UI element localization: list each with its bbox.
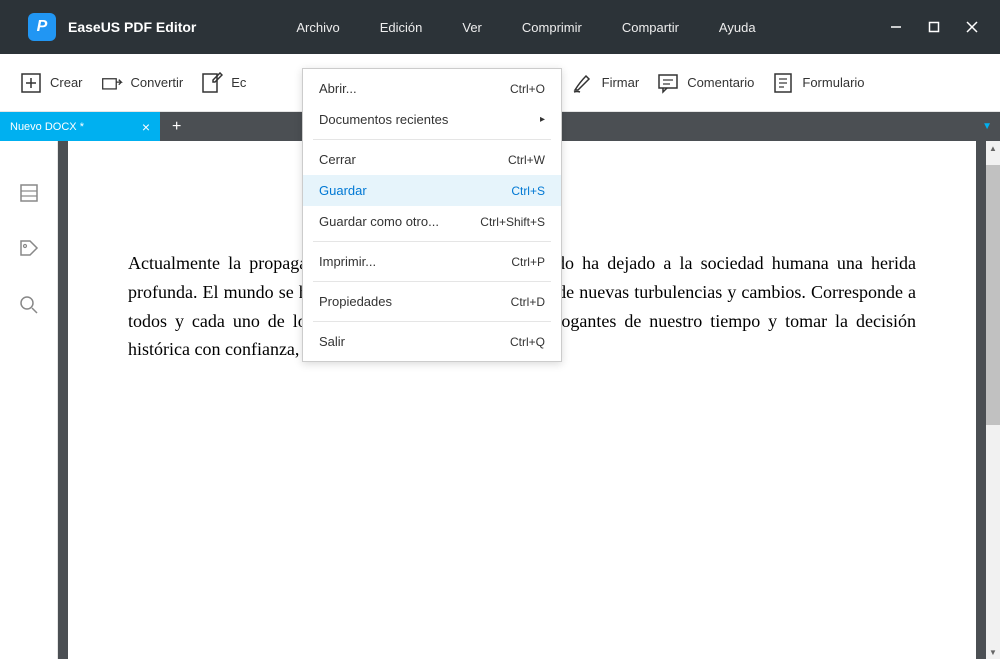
dropdown-item-guardar-como-otro[interactable]: Guardar como otro... Ctrl+Shift+S — [303, 206, 561, 237]
dropdown-item-imprimir[interactable]: Imprimir... Ctrl+P — [303, 246, 561, 277]
menu-comprimir[interactable]: Comprimir — [522, 20, 582, 35]
dropdown-item-guardar[interactable]: Guardar Ctrl+S — [303, 175, 561, 206]
dropdown-item-shortcut: Ctrl+Shift+S — [480, 215, 545, 229]
thumbnails-icon[interactable] — [17, 181, 41, 205]
tab-overflow-icon[interactable]: ▼ — [982, 121, 992, 132]
tab-add-icon[interactable]: + — [172, 118, 181, 136]
toolbar-label: Crear — [50, 75, 83, 90]
comentario-button[interactable]: Comentario — [657, 72, 754, 94]
dropdown-item-propiedades[interactable]: Propiedades Ctrl+D — [303, 286, 561, 317]
scroll-up-icon[interactable]: ▲ — [986, 141, 1000, 155]
dropdown-separator — [313, 139, 551, 140]
toolbar-label: Comentario — [687, 75, 754, 90]
editar-button[interactable]: Ec — [201, 72, 246, 94]
dropdown-item-shortcut: Ctrl+W — [508, 153, 545, 167]
minimize-icon[interactable] — [888, 19, 904, 35]
dropdown-item-shortcut: Ctrl+O — [510, 82, 545, 96]
chevron-right-icon: ▸ — [540, 114, 545, 125]
plus-box-icon — [20, 72, 42, 94]
dropdown-item-shortcut: Ctrl+Q — [510, 335, 545, 349]
app-logo: P — [28, 13, 56, 41]
search-icon[interactable] — [17, 293, 41, 317]
menu-edicion[interactable]: Edición — [380, 20, 423, 35]
comment-icon — [657, 72, 679, 94]
menubar: Archivo Edición Ver Comprimir Compartir … — [296, 20, 755, 35]
dropdown-item-label: Imprimir... — [319, 254, 376, 269]
menu-ver[interactable]: Ver — [462, 20, 482, 35]
pen-icon — [572, 72, 594, 94]
menu-ayuda[interactable]: Ayuda — [719, 20, 756, 35]
dropdown-separator — [313, 281, 551, 282]
scroll-down-icon[interactable]: ▼ — [986, 645, 1000, 659]
form-icon — [772, 72, 794, 94]
app-title: EaseUS PDF Editor — [68, 19, 196, 35]
dropdown-item-salir[interactable]: Salir Ctrl+Q — [303, 326, 561, 357]
dropdown-separator — [313, 241, 551, 242]
tab-label: Nuevo DOCX * — [10, 121, 84, 133]
tag-icon[interactable] — [17, 237, 41, 261]
scroll-thumb[interactable] — [986, 165, 1000, 425]
title-bar: P EaseUS PDF Editor Archivo Edición Ver … — [0, 0, 1000, 54]
dropdown-item-label: Cerrar — [319, 152, 356, 167]
close-icon[interactable] — [964, 19, 980, 35]
toolbar-label: Formulario — [802, 75, 864, 90]
tab-close-icon[interactable]: × — [142, 119, 150, 135]
convert-icon — [101, 72, 123, 94]
dropdown-item-label: Guardar como otro... — [319, 214, 439, 229]
left-rail — [0, 141, 58, 659]
dropdown-item-label: Guardar — [319, 183, 367, 198]
edit-icon — [201, 72, 223, 94]
dropdown-item-label: Propiedades — [319, 294, 392, 309]
dropdown-item-shortcut: Ctrl+D — [511, 295, 545, 309]
dropdown-separator — [313, 321, 551, 322]
crear-button[interactable]: Crear — [20, 72, 83, 94]
dropdown-item-label: Abrir... — [319, 81, 357, 96]
menu-archivo[interactable]: Archivo — [296, 20, 339, 35]
window-controls — [888, 19, 980, 35]
toolbar-label: Ec — [231, 75, 246, 90]
dropdown-item-shortcut: Ctrl+P — [511, 255, 545, 269]
maximize-icon[interactable] — [926, 19, 942, 35]
dropdown-item-label: Salir — [319, 334, 345, 349]
dropdown-item-abrir[interactable]: Abrir... Ctrl+O — [303, 73, 561, 104]
document-tab[interactable]: Nuevo DOCX * × — [0, 112, 160, 141]
dropdown-item-label: Documentos recientes — [319, 112, 448, 127]
toolbar-label: Firmar — [602, 75, 640, 90]
formulario-button[interactable]: Formulario — [772, 72, 864, 94]
vertical-scrollbar[interactable]: ▲ ▼ — [986, 141, 1000, 659]
dropdown-item-shortcut: Ctrl+S — [511, 184, 545, 198]
firmar-button[interactable]: Firmar — [572, 72, 640, 94]
dropdown-item-documentos-recientes[interactable]: Documentos recientes ▸ — [303, 104, 561, 135]
toolbar-label: Convertir — [131, 75, 184, 90]
archivo-dropdown: Abrir... Ctrl+O Documentos recientes ▸ Cerra… — [302, 68, 562, 362]
convertir-button[interactable]: Convertir — [101, 72, 184, 94]
menu-compartir[interactable]: Compartir — [622, 20, 679, 35]
dropdown-item-cerrar[interactable]: Cerrar Ctrl+W — [303, 144, 561, 175]
